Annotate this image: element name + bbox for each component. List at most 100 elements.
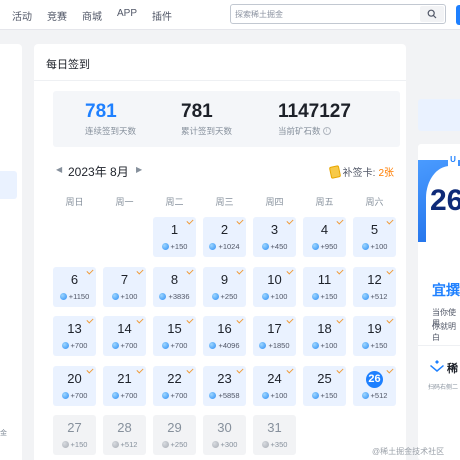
stat-value: 1147127 xyxy=(278,101,351,122)
ore-amount: +512 xyxy=(120,440,138,449)
day-number: 27 xyxy=(67,420,82,435)
day-ore-reward: +1850 xyxy=(253,341,296,350)
calendar-day[interactable]: 8 +3836 xyxy=(153,266,196,307)
day-ore-reward: +150 xyxy=(153,242,196,251)
calendar-day[interactable]: 7 +100 xyxy=(103,266,146,307)
calendar-day[interactable]: 6 +1150 xyxy=(53,266,96,307)
ore-amount: +150 xyxy=(320,291,338,301)
day-number: 4 xyxy=(320,222,329,237)
day-number: 1 xyxy=(170,222,179,237)
ore-gem-icon xyxy=(311,243,319,250)
calendar-day[interactable]: 16 +4096 xyxy=(203,316,246,356)
day-number: 2 xyxy=(220,222,229,237)
calendar-day[interactable]: 24 +100 xyxy=(253,365,296,406)
day-ore-reward: +150 xyxy=(303,292,346,301)
day-ore-reward: +250 xyxy=(203,292,246,301)
ore-gem-icon xyxy=(259,342,267,349)
calendar-day[interactable]: 1 +150 xyxy=(153,217,196,257)
ore-gem-icon xyxy=(361,243,369,250)
logo-text: 稀 xyxy=(447,363,458,375)
right-widget[interactable] xyxy=(418,99,460,131)
day-ore-reward: +150 xyxy=(53,440,96,449)
calendar-day[interactable]: 15 +700 xyxy=(153,316,196,356)
calendar-day[interactable]: 26 +512 xyxy=(353,365,396,406)
day-ore-reward: +700 xyxy=(53,341,96,350)
calendar-day[interactable]: 14 +700 xyxy=(103,316,146,356)
day-ore-reward: +700 xyxy=(153,341,196,350)
stat-label: 连续签到天数 xyxy=(85,125,136,137)
ore-gem-icon xyxy=(211,292,219,300)
ore-amount: +100 xyxy=(120,291,138,301)
calendar-day[interactable]: 22 +700 xyxy=(153,365,196,406)
day-number: 28 xyxy=(117,420,132,435)
info-icon[interactable]: i xyxy=(322,127,331,135)
divider xyxy=(34,80,406,81)
create-button[interactable] xyxy=(456,5,460,25)
day-ore-reward: +512 xyxy=(353,292,396,301)
ore-amount: +300 xyxy=(220,440,238,449)
ore-amount: +100 xyxy=(270,390,288,400)
day-ore-reward: +950 xyxy=(303,242,346,251)
ore-amount: +250 xyxy=(220,291,238,301)
ore-amount: +700 xyxy=(70,390,88,400)
calendar-day[interactable]: 25 +150 xyxy=(303,365,346,406)
ore-gem-icon xyxy=(311,391,319,399)
calendar-day[interactable]: 31 +350 xyxy=(253,415,296,455)
day-number: 5 xyxy=(370,222,379,237)
ore-gem-icon xyxy=(209,243,217,250)
makeup-card-count: 2张 xyxy=(378,168,394,179)
nav-item-app[interactable]: APP xyxy=(117,8,137,23)
makeup-card[interactable]: 补签卡: 2张 xyxy=(328,164,394,179)
calendar-day[interactable]: 21 +700 xyxy=(103,365,146,406)
sidebar-active-item[interactable] xyxy=(0,171,17,199)
page-title: 每日签到 xyxy=(46,59,90,71)
nav-item-contest[interactable]: 竞赛 xyxy=(47,8,67,23)
divider xyxy=(418,345,460,346)
ore-gem-icon xyxy=(61,441,69,448)
calendar-day[interactable]: 27 +150 xyxy=(53,415,96,455)
calendar-day[interactable]: 11 +150 xyxy=(303,266,346,307)
calendar-day[interactable]: 4 +950 xyxy=(303,217,346,257)
day-number: 10 xyxy=(267,271,282,287)
banner-date: 26 xyxy=(430,184,460,217)
day-number: 19 xyxy=(367,321,382,336)
ore-gem-icon xyxy=(261,292,269,300)
prev-month-icon[interactable]: ◀ xyxy=(56,165,62,174)
calendar-day[interactable]: 18 +100 xyxy=(303,316,346,356)
calendar-day[interactable]: 9 +250 xyxy=(203,266,246,307)
calendar-day[interactable]: 30 +300 xyxy=(203,415,246,455)
left-sidebar xyxy=(0,44,22,460)
stat-consecutive: 781 连续签到天数 xyxy=(85,101,136,137)
nav-item-plugin[interactable]: 插件 xyxy=(152,8,172,23)
calendar-day[interactable]: 3 +450 xyxy=(253,217,296,257)
calendar-day[interactable]: 28 +512 xyxy=(103,415,146,455)
weekday-label: 周五 xyxy=(315,197,334,207)
ore-gem-icon xyxy=(61,342,69,349)
day-ore-reward: +700 xyxy=(103,341,146,350)
calendar-day[interactable]: 23 +5858 xyxy=(203,365,246,406)
ore-gem-icon xyxy=(161,391,169,399)
calendar-day[interactable]: 19 +150 xyxy=(353,316,396,356)
search-input[interactable] xyxy=(235,7,415,21)
calendar-day[interactable]: 17 +1850 xyxy=(253,316,296,356)
ore-gem-icon xyxy=(311,342,319,349)
calendar-day[interactable]: 12 +512 xyxy=(353,266,396,307)
calendar-day[interactable]: 10 +100 xyxy=(253,266,296,307)
ore-amount: +4096 xyxy=(218,341,240,350)
ore-amount: +700 xyxy=(120,390,138,400)
nav-item-activity[interactable]: 活动 xyxy=(12,8,32,23)
card-icon xyxy=(328,164,341,179)
nav-item-mall[interactable]: 商城 xyxy=(82,8,102,23)
calendar-day[interactable]: 13 +700 xyxy=(53,316,96,356)
day-ore-reward: +100 xyxy=(103,292,146,301)
calendar-day[interactable]: 2 +1024 xyxy=(203,217,246,257)
signin-card: 每日签到 781 连续签到天数 781 累计签到天数 1147127 当前矿石数… xyxy=(34,44,406,460)
promo-text: 你就明白 xyxy=(432,322,456,342)
search-button[interactable] xyxy=(420,6,444,22)
next-month-icon[interactable]: ▶ xyxy=(136,165,142,174)
calendar-day[interactable]: 5 +100 xyxy=(353,217,396,257)
calendar-day[interactable]: 20 +700 xyxy=(53,365,96,406)
ore-gem-icon xyxy=(209,391,217,399)
calendar-day[interactable]: 29 +250 xyxy=(153,415,196,455)
ore-gem-icon xyxy=(361,342,369,349)
